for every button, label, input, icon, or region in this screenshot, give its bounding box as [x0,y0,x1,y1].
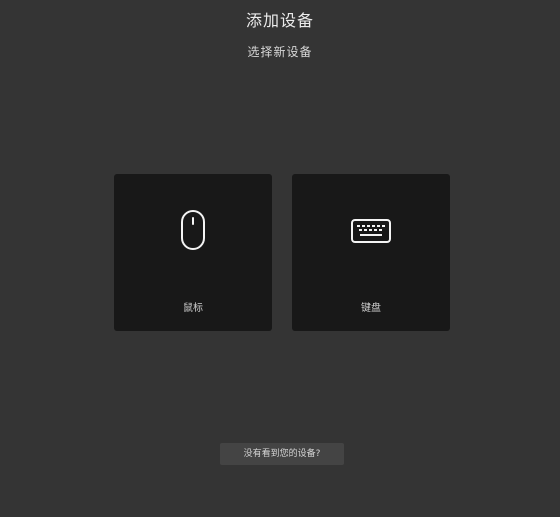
keyboard-icon [292,218,450,248]
device-card-label: 鼠标 [183,303,203,314]
device-options: 鼠标 键盘 [114,174,450,331]
device-card-mouse[interactable]: 鼠标 [114,174,272,331]
device-card-label: 键盘 [361,303,381,314]
page-subtitle: 选择新设备 [247,45,313,59]
page-title: 添加设备 [245,11,314,30]
mouse-icon [114,208,272,256]
device-not-found-button[interactable]: 没有看到您的设备? [220,443,344,465]
device-card-keyboard[interactable]: 键盘 [292,174,450,331]
